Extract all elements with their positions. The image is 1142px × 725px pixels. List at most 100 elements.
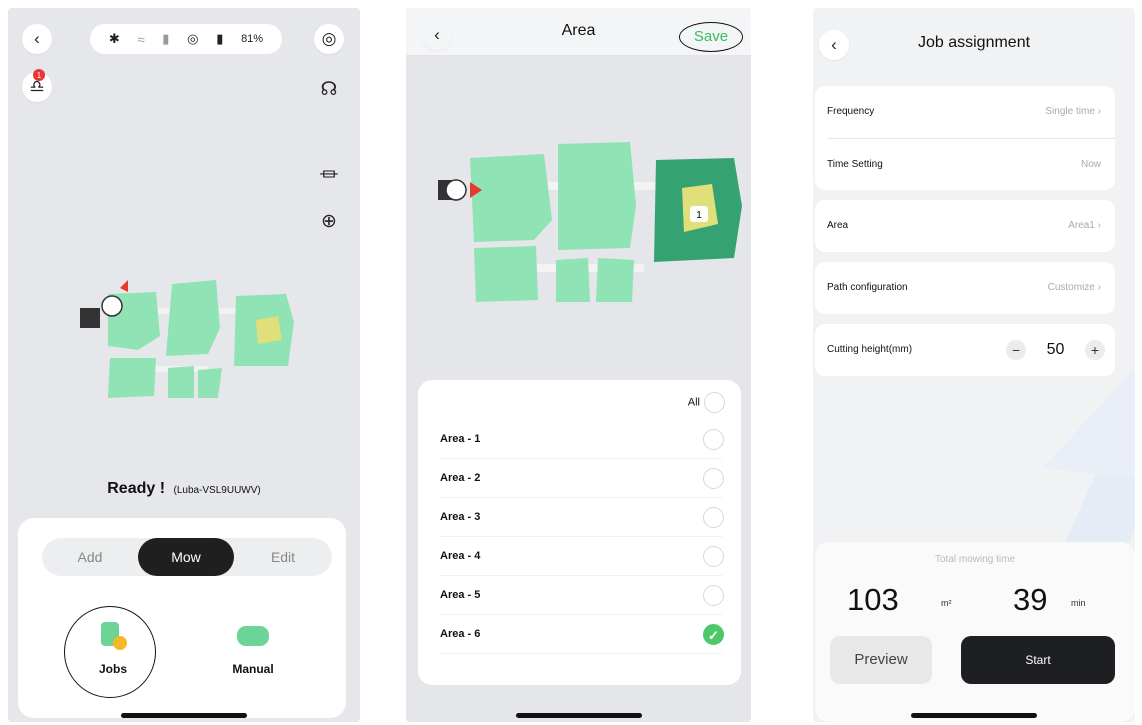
mower-direction-icon — [120, 280, 128, 292]
area-section: Area Area1 › — [815, 200, 1115, 252]
chevron-right-icon: › — [1097, 220, 1101, 231]
chevron-right-icon: › — [1097, 106, 1101, 117]
time-setting-label: Time Setting — [827, 159, 883, 170]
map-area[interactable] — [166, 280, 220, 356]
area-label: Area - 5 — [440, 589, 481, 601]
time-total-value: 39 — [1013, 582, 1048, 617]
area-list: All Area - 1 Area - 2 Area - 3 Area - 4 … — [418, 380, 741, 685]
frequency-label: Frequency — [827, 106, 875, 117]
notification-button[interactable]: ♎︎ 1 — [22, 69, 52, 102]
decrease-button[interactable]: − — [1006, 339, 1027, 360]
area-label: Area - 6 — [440, 628, 481, 640]
notification-badge: 1 — [33, 69, 45, 81]
support-button[interactable]: ☊ — [314, 74, 344, 104]
target-icon: ⊕ — [321, 210, 337, 232]
ready-label: Ready ! — [107, 480, 166, 497]
area-select-screen: ‹ Area Save 1 All Area - 1 Area - 2 Area… — [406, 8, 751, 722]
area-item[interactable]: Area - 6 ✓ — [440, 615, 724, 654]
area-checkbox[interactable] — [703, 546, 724, 567]
signal-icon: ▮ — [162, 31, 170, 46]
preview-button[interactable]: Preview — [830, 636, 932, 684]
time-setting-row[interactable]: Time Setting Now — [827, 138, 1115, 190]
page-title: Job assignment — [917, 34, 1031, 51]
summary-panel: Total mowing time 103 m² 39 min Preview … — [815, 542, 1135, 722]
area-item[interactable]: Area - 1 — [440, 420, 724, 459]
manual-label: Manual — [232, 662, 274, 676]
area-tag-label: 1 — [696, 210, 702, 221]
battery-icon: ▮ — [216, 31, 224, 46]
area-total-value: 103 — [847, 582, 899, 617]
select-all-checkbox[interactable] — [704, 392, 725, 413]
map-area[interactable] — [596, 258, 634, 302]
area-item[interactable]: Area - 5 — [440, 576, 724, 615]
home-indicator — [911, 713, 1037, 718]
mode-switch: Add Mow Edit — [42, 538, 332, 576]
area-label: Area - 2 — [440, 472, 481, 484]
area-checkbox-checked[interactable]: ✓ — [703, 624, 724, 645]
path-configuration-row[interactable]: Path configuration Customize › — [815, 262, 1115, 314]
frequency-value: Single time — [1045, 106, 1095, 117]
locate-button[interactable]: ⊕ — [314, 206, 344, 236]
top-bar: ‹ Area Save — [406, 8, 751, 56]
cutting-height-label: Cutting height(mm) — [827, 344, 913, 355]
map-area[interactable] — [470, 154, 552, 242]
home-indicator — [121, 713, 247, 718]
path-value: Customize — [1047, 282, 1095, 293]
settings-icon: ◎ — [321, 29, 337, 48]
back-icon: ‹ — [34, 29, 40, 48]
home-screen: ‹ ✱ ≈ ▮ ◎ ▮ 81% ◎ ♎︎ 1 ☊ ⏛ ⊕ Ready ! (Lu… — [8, 8, 360, 722]
map-area[interactable] — [168, 366, 194, 398]
manual-button[interactable]: Manual — [208, 620, 298, 676]
save-button[interactable]: Save — [679, 22, 743, 52]
area-row[interactable]: Area Area1 › — [815, 200, 1115, 252]
lawn-map[interactable] — [68, 268, 308, 398]
increase-button[interactable]: + — [1085, 339, 1105, 360]
plug-icon: ⏛ — [319, 164, 339, 186]
status-text: Ready ! (Luba-VSL9UUWV) — [8, 480, 360, 498]
map-area-selected — [256, 316, 282, 344]
wifi-icon: ≈ — [137, 31, 145, 47]
map-area[interactable] — [474, 246, 538, 302]
charging-station-icon — [80, 308, 100, 328]
area-checkbox[interactable] — [703, 468, 724, 489]
area-label: Area - 1 — [440, 433, 481, 445]
total-mowing-time-label: Total mowing time — [934, 554, 1016, 565]
area-checkbox[interactable] — [703, 507, 724, 528]
home-indicator — [515, 713, 642, 718]
back-button[interactable]: ‹ — [22, 24, 52, 54]
start-button[interactable]: Start — [961, 636, 1115, 684]
device-name: (Luba-VSL9UUWV) — [173, 485, 261, 496]
area-value: Area1 — [1068, 220, 1095, 231]
area-unit: m² — [941, 598, 952, 608]
area-label: Area - 4 — [440, 550, 481, 562]
schedule-section: Frequency Single time › Time Setting Now — [815, 86, 1115, 190]
frequency-row[interactable]: Frequency Single time › — [815, 86, 1115, 138]
charge-station-button[interactable]: ⏛ — [314, 158, 344, 188]
gps-icon: ◎ — [187, 31, 199, 46]
highlight-circle — [64, 606, 156, 698]
select-all-label: All — [687, 396, 700, 409]
tab-edit[interactable]: Edit — [234, 538, 332, 576]
control-card: Add Mow Edit Jobs Manual — [18, 518, 346, 718]
gamepad-icon — [233, 620, 273, 654]
cutting-height-value: 50 — [1046, 341, 1065, 358]
tab-add[interactable]: Add — [42, 538, 138, 576]
settings-button[interactable]: ◎ — [314, 24, 344, 54]
map-area[interactable] — [108, 358, 156, 398]
area-checkbox[interactable] — [703, 429, 724, 450]
map-area[interactable] — [198, 368, 222, 398]
bluetooth-icon: ✱ — [108, 31, 120, 46]
area-checkbox[interactable] — [703, 585, 724, 606]
path-section: Path configuration Customize › — [815, 262, 1115, 314]
map-area[interactable] — [558, 142, 636, 250]
tab-mow[interactable]: Mow — [138, 538, 234, 576]
area-item[interactable]: Area - 2 — [440, 459, 724, 498]
area-item[interactable]: Area - 4 — [440, 537, 724, 576]
area-item[interactable]: Area - 3 — [440, 498, 724, 537]
cutting-section: Cutting height(mm) − 50 + — [815, 324, 1115, 376]
cutting-height-row: Cutting height(mm) − 50 + — [815, 324, 1115, 376]
map-area[interactable] — [556, 258, 590, 302]
headset-icon: ☊ — [320, 78, 338, 100]
lawn-map[interactable]: 1 — [434, 136, 744, 306]
select-all[interactable]: All — [688, 392, 725, 413]
